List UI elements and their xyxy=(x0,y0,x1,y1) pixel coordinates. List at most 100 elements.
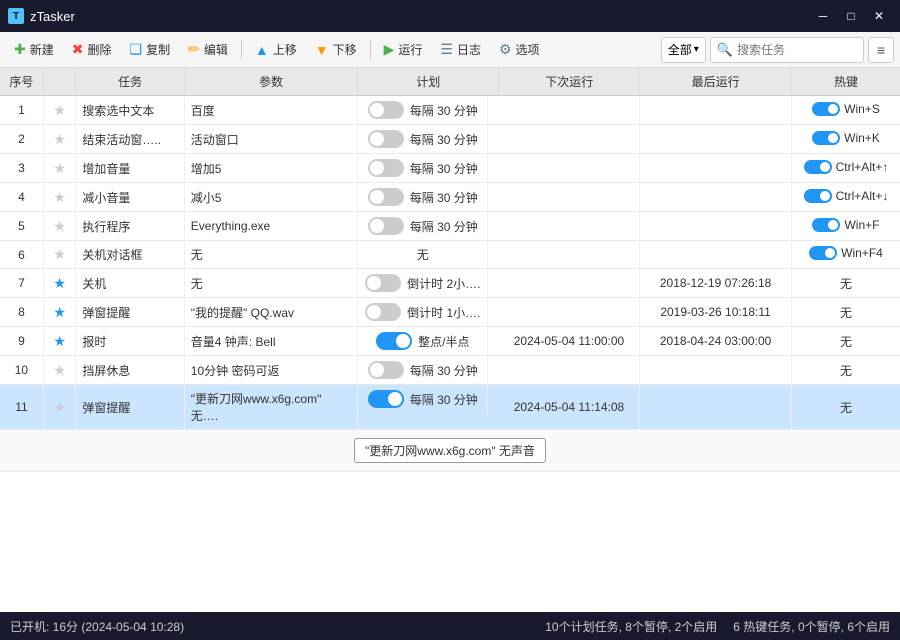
table-row[interactable]: 11★弹窗提醒"更新刀网www.x6g.com" 无….每隔 30 分钟2024… xyxy=(0,385,900,430)
log-button[interactable]: ☰ 日志 xyxy=(432,38,489,61)
hotkey-toggle[interactable] xyxy=(812,102,840,116)
schedule-toggle[interactable] xyxy=(365,303,401,321)
copy-button[interactable]: ❑ 复制 xyxy=(122,38,179,61)
schedule-text: 每隔 30 分钟 xyxy=(410,131,478,148)
maximize-button[interactable]: □ xyxy=(838,6,864,26)
hotkey-toggle[interactable] xyxy=(809,246,837,260)
up-button[interactable]: ▲ 上移 xyxy=(247,38,305,61)
log-label: 日志 xyxy=(457,41,481,58)
schedule-toggle[interactable] xyxy=(365,274,401,292)
cell-star[interactable]: ★ xyxy=(43,96,76,125)
cell-num: 1 xyxy=(0,96,43,125)
cell-param: Everything.exe xyxy=(184,212,357,241)
delete-label: 删除 xyxy=(87,41,111,58)
titlebar-left: T zTasker xyxy=(8,8,75,24)
cell-num: 4 xyxy=(0,183,43,212)
table-row[interactable]: 9★报时音量4 钟声: Bell整点/半点2024-05-04 11:00:00… xyxy=(0,327,900,356)
delete-button[interactable]: ✖ 删除 xyxy=(64,38,120,61)
table-row[interactable]: 4★减小音量减小5每隔 30 分钟Ctrl+Alt+↓ xyxy=(0,183,900,212)
table-row[interactable]: 3★增加音量增加5每隔 30 分钟Ctrl+Alt+↑ xyxy=(0,154,900,183)
cell-last-run xyxy=(640,96,792,125)
schedule-toggle[interactable] xyxy=(368,217,404,235)
hotkey-toggle[interactable] xyxy=(812,218,840,232)
edit-icon: ✏ xyxy=(188,41,200,58)
hotkey-toggle[interactable] xyxy=(804,160,832,174)
tooltip-box: "更新刀网www.x6g.com" 无声音 xyxy=(354,438,546,463)
cell-task: 减小音量 xyxy=(76,183,184,212)
cell-schedule: 每隔 30 分钟 xyxy=(358,356,488,384)
options-button[interactable]: ⚙ 选项 xyxy=(491,38,548,61)
schedule-toggle[interactable] xyxy=(368,390,404,408)
tooltip-row: "更新刀网www.x6g.com" 无声音 xyxy=(0,430,900,472)
cell-hotkey: 无 xyxy=(791,356,900,385)
cell-schedule: 整点/半点 xyxy=(358,327,488,355)
cell-last-run xyxy=(640,212,792,241)
down-icon: ▼ xyxy=(315,42,329,58)
cell-schedule: 每隔 30 分钟 xyxy=(358,96,488,124)
cell-star[interactable]: ★ xyxy=(43,269,76,298)
cell-star[interactable]: ★ xyxy=(43,212,76,241)
minimize-button[interactable]: ─ xyxy=(810,6,836,26)
run-label: 运行 xyxy=(398,41,422,58)
cell-star[interactable]: ★ xyxy=(43,241,76,269)
cell-star[interactable]: ★ xyxy=(43,154,76,183)
cell-task: 挡屏休息 xyxy=(76,356,184,385)
cell-next-run xyxy=(499,298,640,327)
cell-star[interactable]: ★ xyxy=(43,125,76,154)
cell-task: 关机对话框 xyxy=(76,241,184,269)
col-header-next: 下次运行 xyxy=(499,68,640,96)
filter-select[interactable]: 全部 ▾ xyxy=(661,37,706,63)
cell-schedule: 无 xyxy=(358,241,488,268)
hotkey-toggle[interactable] xyxy=(804,189,832,203)
tooltip-cell: "更新刀网www.x6g.com" 无声音 xyxy=(0,430,900,472)
toolbar-right: 全部 ▾ 🔍 ≡ xyxy=(661,37,894,63)
schedule-toggle[interactable] xyxy=(368,101,404,119)
toolbar: ✚ 新建 ✖ 删除 ❑ 复制 ✏ 编辑 ▲ 上移 ▼ 下移 ▶ 运行 ☰ 日志 … xyxy=(0,32,900,68)
table-row[interactable]: 1★搜索选中文本百度每隔 30 分钟Win+S xyxy=(0,96,900,125)
table-row[interactable]: 6★关机对话框无无Win+F4 xyxy=(0,241,900,269)
table-row[interactable]: 10★挡屏休息10分钟 密码可返每隔 30 分钟无 xyxy=(0,356,900,385)
schedule-toggle[interactable] xyxy=(368,130,404,148)
hotkey-text: Win+F xyxy=(844,218,879,232)
app-title: zTasker xyxy=(30,9,75,24)
cell-next-run xyxy=(499,183,640,212)
menu-icon-button[interactable]: ≡ xyxy=(868,37,894,63)
down-button[interactable]: ▼ 下移 xyxy=(307,38,365,61)
schedule-toggle[interactable] xyxy=(368,188,404,206)
schedule-toggle[interactable] xyxy=(368,159,404,177)
task-table: 序号 任务 参数 计划 下次运行 最后运行 热键 1★搜索选中文本百度每隔 30… xyxy=(0,68,900,472)
cell-star[interactable]: ★ xyxy=(43,327,76,356)
new-button[interactable]: ✚ 新建 xyxy=(6,38,62,61)
cell-last-run xyxy=(640,356,792,385)
cell-star[interactable]: ★ xyxy=(43,385,76,430)
cell-hotkey: Ctrl+Alt+↑ xyxy=(791,154,900,183)
cell-param: 10分钟 密码可返 xyxy=(184,356,357,385)
cell-star[interactable]: ★ xyxy=(43,298,76,327)
cell-task: 搜索选中文本 xyxy=(76,96,184,125)
schedule-text: 每隔 30 分钟 xyxy=(410,160,478,177)
star-icon: ★ xyxy=(53,304,66,320)
cell-num: 7 xyxy=(0,269,43,298)
hotkey-text: Ctrl+Alt+↓ xyxy=(836,189,889,203)
hotkey-toggle[interactable] xyxy=(812,131,840,145)
edit-button[interactable]: ✏ 编辑 xyxy=(180,38,236,61)
table-row[interactable]: 7★关机无倒计时 2小….2018-12-19 07:26:18无 xyxy=(0,269,900,298)
table-row[interactable]: 2★结束活动窗…..活动窗口每隔 30 分钟Win+K xyxy=(0,125,900,154)
status-left: 已开机: 16分 (2024-05-04 10:28) xyxy=(10,618,184,635)
settings-icon: ⚙ xyxy=(499,41,512,58)
cell-star[interactable]: ★ xyxy=(43,183,76,212)
cell-star[interactable]: ★ xyxy=(43,356,76,385)
close-button[interactable]: ✕ xyxy=(866,6,892,26)
table-header-row: 序号 任务 参数 计划 下次运行 最后运行 热键 xyxy=(0,68,900,96)
titlebar-controls[interactable]: ─ □ ✕ xyxy=(810,6,892,26)
star-icon: ★ xyxy=(53,131,66,147)
search-icon: 🔍 xyxy=(717,42,733,58)
search-input[interactable] xyxy=(737,43,857,57)
table-row[interactable]: 5★执行程序Everything.exe每隔 30 分钟Win+F xyxy=(0,212,900,241)
schedule-toggle[interactable] xyxy=(376,332,412,350)
schedule-text: 每隔 30 分钟 xyxy=(410,362,478,379)
run-button[interactable]: ▶ 运行 xyxy=(376,38,431,61)
schedule-text: 每隔 30 分钟 xyxy=(410,218,478,235)
schedule-toggle[interactable] xyxy=(368,361,404,379)
table-row[interactable]: 8★弹窗提醒"我的提醒" QQ.wav倒计时 1小….2019-03-26 10… xyxy=(0,298,900,327)
